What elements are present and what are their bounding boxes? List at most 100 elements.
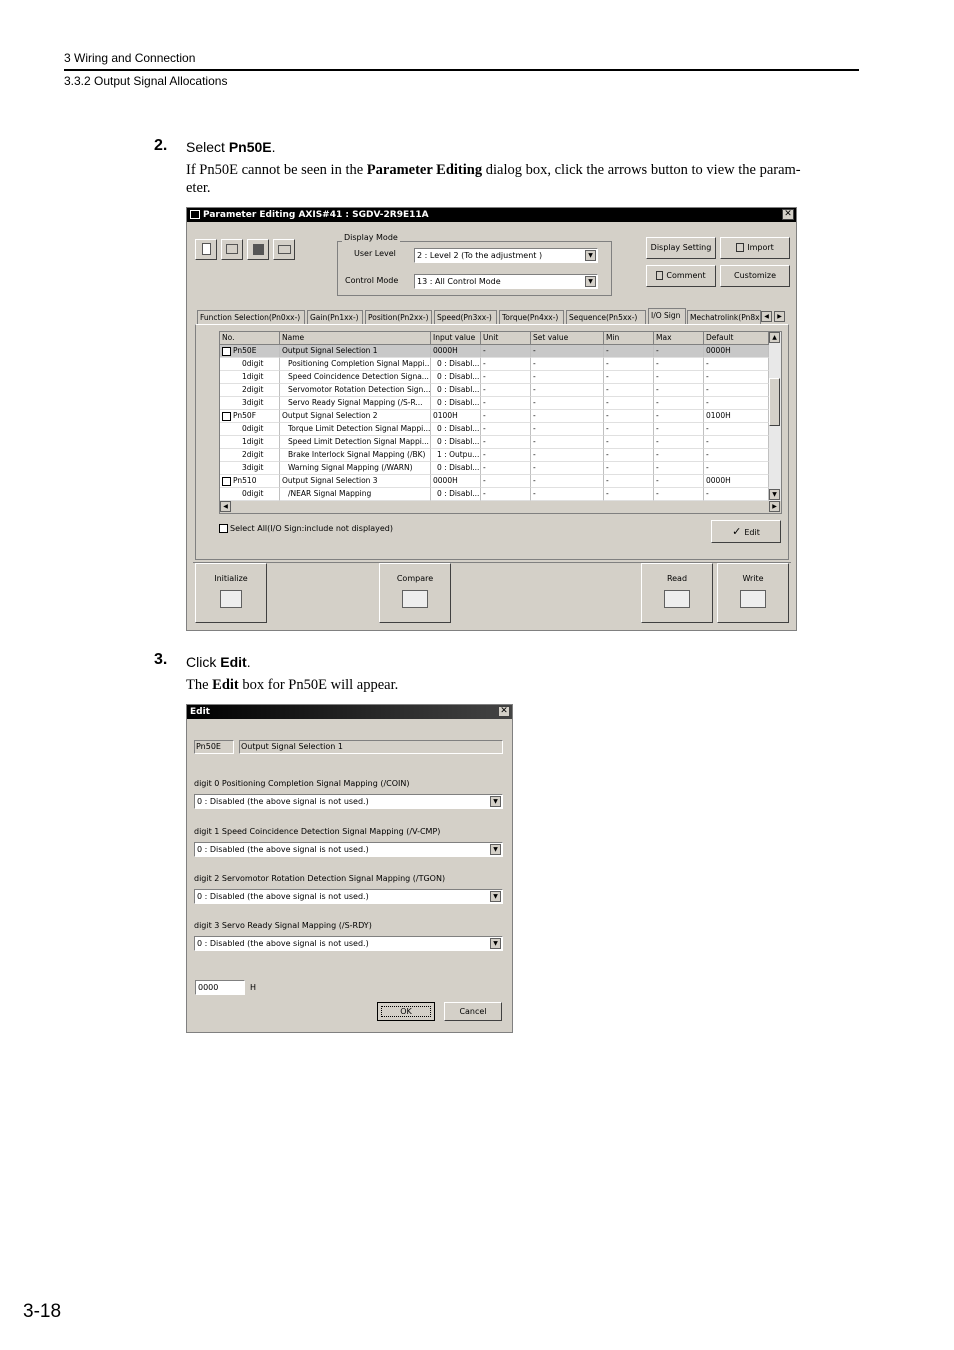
- cell-unit[interactable]: -: [481, 410, 531, 423]
- table-row[interactable]: 2digit Servomotor Rotation Detection Sign…: [220, 384, 769, 397]
- grid-vertical-scrollbar[interactable]: ▲ ▼: [769, 332, 781, 501]
- row-checkbox[interactable]: [222, 476, 231, 486]
- table-row[interactable]: 3digit Warning Signal Mapping (/WARN) 0 : …: [220, 462, 769, 475]
- col-name[interactable]: Name: [280, 332, 431, 345]
- col-max[interactable]: Max: [654, 332, 704, 345]
- table-row[interactable]: 3digit Servo Ready Signal Mapping (/S-R..…: [220, 397, 769, 410]
- scroll-up-icon[interactable]: ▲: [769, 332, 780, 343]
- save-icon[interactable]: [247, 239, 269, 260]
- cell-min[interactable]: -: [604, 462, 654, 475]
- cell-min[interactable]: -: [604, 397, 654, 410]
- table-row[interactable]: 0digit/NEAR Signal Mapping 0 : Disabl... -…: [220, 488, 769, 501]
- cell-unit[interactable]: -: [481, 475, 531, 488]
- scroll-left-icon[interactable]: ◀: [220, 501, 231, 512]
- hex-value-input[interactable]: 0000: [195, 980, 245, 995]
- cell-max[interactable]: -: [654, 475, 704, 488]
- cell-no[interactable]: 2digit: [220, 449, 280, 462]
- cell-unit[interactable]: -: [481, 449, 531, 462]
- cell-set[interactable]: -: [531, 436, 604, 449]
- tab-scroll-right-icon[interactable]: ▶: [774, 311, 785, 322]
- scroll-thumb[interactable]: [769, 378, 780, 426]
- cell-max[interactable]: -: [654, 423, 704, 436]
- edit-button[interactable]: ✓ Edit: [711, 520, 781, 543]
- cell-def[interactable]: -: [704, 423, 769, 436]
- cell-no[interactable]: Pn50E: [220, 345, 280, 358]
- col-set-value[interactable]: Set value: [531, 332, 604, 345]
- tab-gain[interactable]: Gain(Pn1xx-): [307, 310, 363, 324]
- chevron-down-icon[interactable]: ▼: [490, 938, 501, 949]
- col-unit[interactable]: Unit: [481, 332, 531, 345]
- cell-name[interactable]: Output Signal Selection 2: [280, 410, 431, 423]
- cell-input[interactable]: 0 : Disabl...: [431, 423, 481, 436]
- cell-no[interactable]: 1digit: [220, 436, 280, 449]
- cell-input[interactable]: 0 : Disabl...: [431, 397, 481, 410]
- cell-unit[interactable]: -: [481, 488, 531, 501]
- cell-set[interactable]: -: [531, 449, 604, 462]
- cell-max[interactable]: -: [654, 345, 704, 358]
- cell-unit[interactable]: -: [481, 384, 531, 397]
- digit-0-select[interactable]: 0 : Disabled (the above signal is not us…: [194, 794, 503, 809]
- comment-button[interactable]: Comment: [646, 265, 716, 287]
- table-row[interactable]: Pn50F Output Signal Selection 2 0100H - - - -0…: [220, 410, 769, 423]
- user-level-select[interactable]: 2 : Level 2 (To the adjustment ) ▼: [414, 248, 598, 263]
- cell-name[interactable]: /NEAR Signal Mapping: [280, 488, 431, 501]
- new-icon[interactable]: [195, 239, 217, 260]
- select-all-checkbox[interactable]: Select All(I/O Sign:include not displaye…: [219, 524, 393, 533]
- cell-name[interactable]: Brake Interlock Signal Mapping (/BK): [280, 449, 431, 462]
- cell-min[interactable]: -: [604, 488, 654, 501]
- cell-unit[interactable]: -: [481, 358, 531, 371]
- cell-unit[interactable]: -: [481, 345, 531, 358]
- cell-max[interactable]: -: [654, 384, 704, 397]
- cell-min[interactable]: -: [604, 436, 654, 449]
- cell-def[interactable]: -: [704, 488, 769, 501]
- cell-no[interactable]: 1digit: [220, 371, 280, 384]
- cell-input[interactable]: 0 : Disabl...: [431, 436, 481, 449]
- cell-set[interactable]: -: [531, 371, 604, 384]
- cell-name[interactable]: Servomotor Rotation Detection Sign...: [280, 384, 431, 397]
- table-row[interactable]: Pn50E Output Signal Selection 1 0000H - - - -0…: [220, 345, 769, 358]
- tab-position[interactable]: Position(Pn2xx-): [365, 310, 432, 324]
- chevron-down-icon[interactable]: ▼: [585, 250, 596, 261]
- cell-min[interactable]: -: [604, 358, 654, 371]
- table-row[interactable]: 0digit Positioning Completion Signal Mapp…: [220, 358, 769, 371]
- cell-unit[interactable]: -: [481, 462, 531, 475]
- row-checkbox[interactable]: [222, 411, 231, 421]
- cell-min[interactable]: -: [604, 384, 654, 397]
- cell-def[interactable]: 0000H: [704, 345, 769, 358]
- write-button[interactable]: Write: [717, 563, 789, 623]
- cell-max[interactable]: -: [654, 462, 704, 475]
- cell-def[interactable]: -: [704, 449, 769, 462]
- cell-input[interactable]: 0000H: [431, 345, 481, 358]
- tab-sequence[interactable]: Sequence(Pn5xx-): [566, 310, 646, 324]
- cell-def[interactable]: -: [704, 436, 769, 449]
- cell-min[interactable]: -: [604, 449, 654, 462]
- chevron-down-icon[interactable]: ▼: [585, 276, 596, 287]
- cell-name[interactable]: Torque Limit Detection Signal Mappi...: [280, 423, 431, 436]
- cell-min[interactable]: -: [604, 410, 654, 423]
- cell-no[interactable]: 3digit: [220, 397, 280, 410]
- cell-min[interactable]: -: [604, 475, 654, 488]
- cell-name[interactable]: Warning Signal Mapping (/WARN): [280, 462, 431, 475]
- table-row[interactable]: 1digit Speed Coincidence Detection Signa.…: [220, 371, 769, 384]
- read-button[interactable]: Read: [641, 563, 713, 623]
- cell-set[interactable]: -: [531, 488, 604, 501]
- tab-mechatrolink[interactable]: Mechatrolink(Pn8x: [687, 310, 761, 324]
- cell-set[interactable]: -: [531, 397, 604, 410]
- cell-def[interactable]: 0100H: [704, 410, 769, 423]
- cell-no[interactable]: 2digit: [220, 384, 280, 397]
- cell-min[interactable]: -: [604, 371, 654, 384]
- tab-speed[interactable]: Speed(Pn3xx-): [434, 310, 497, 324]
- cell-def[interactable]: -: [704, 384, 769, 397]
- cell-max[interactable]: -: [654, 488, 704, 501]
- cell-unit[interactable]: -: [481, 423, 531, 436]
- cell-set[interactable]: -: [531, 410, 604, 423]
- col-input-value[interactable]: Input value: [431, 332, 481, 345]
- cell-set[interactable]: -: [531, 462, 604, 475]
- cell-max[interactable]: -: [654, 410, 704, 423]
- grid-horizontal-scrollbar[interactable]: ◀ ▶: [220, 501, 781, 513]
- close-icon[interactable]: ✕: [782, 209, 794, 220]
- customize-button[interactable]: Customize: [720, 265, 790, 287]
- cell-max[interactable]: -: [654, 358, 704, 371]
- cell-name[interactable]: Output Signal Selection 3: [280, 475, 431, 488]
- chevron-down-icon[interactable]: ▼: [490, 796, 501, 807]
